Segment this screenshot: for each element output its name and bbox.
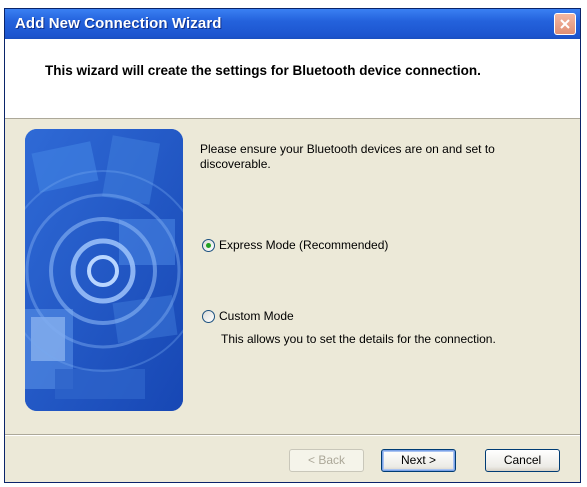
next-button[interactable]: Next > <box>381 449 456 472</box>
close-button[interactable] <box>554 13 576 35</box>
cancel-button[interactable]: Cancel <box>485 449 560 472</box>
window-title: Add New Connection Wizard <box>15 15 222 32</box>
custom-mode-description: This allows you to set the details for t… <box>221 332 496 346</box>
bluetooth-devices-illustration <box>25 129 183 411</box>
custom-mode-label[interactable]: Custom Mode <box>219 309 294 323</box>
footer-divider <box>5 434 580 436</box>
wizard-header: This wizard will create the settings for… <box>5 39 580 119</box>
custom-mode-option[interactable]: Custom Mode <box>202 309 294 323</box>
close-icon <box>560 19 570 29</box>
wizard-window: Add New Connection Wizard This wizard wi… <box>4 8 581 483</box>
express-mode-option[interactable]: Express Mode (Recommended) <box>202 238 388 252</box>
custom-mode-radio[interactable] <box>202 309 215 323</box>
back-button[interactable]: < Back <box>289 449 364 472</box>
express-mode-radio[interactable] <box>202 238 215 252</box>
header-text: This wizard will create the settings for… <box>45 63 481 78</box>
title-bar[interactable]: Add New Connection Wizard <box>5 9 580 39</box>
intro-text: Please ensure your Bluetooth devices are… <box>200 142 495 171</box>
express-mode-label[interactable]: Express Mode (Recommended) <box>219 238 388 252</box>
